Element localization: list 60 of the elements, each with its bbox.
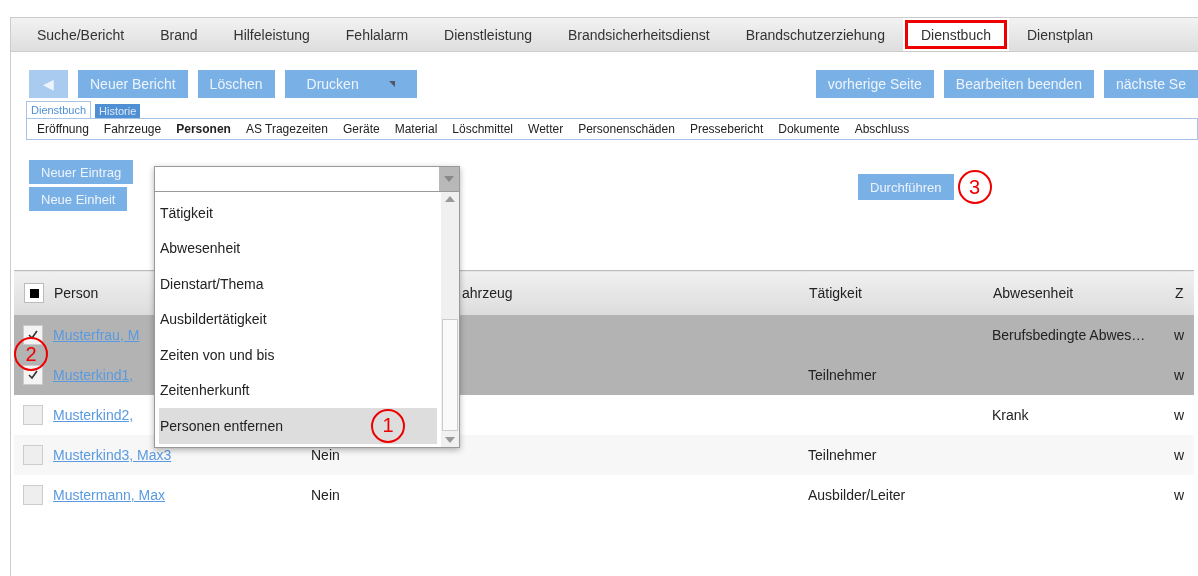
- dropdown-option[interactable]: Personen entfernen 1: [159, 408, 437, 444]
- section-link[interactable]: Eröffnung: [37, 122, 89, 136]
- table-cell: Nein: [311, 487, 340, 503]
- section-link[interactable]: Fahrzeuge: [103, 122, 162, 136]
- chevron-down-icon: [444, 176, 454, 182]
- column-header: Abwesenheit: [991, 270, 1173, 315]
- column-header: Tätigkeit: [807, 270, 991, 315]
- section-link[interactable]: AS Tragezeiten: [245, 122, 328, 136]
- action-dropdown[interactable]: Tätigkeit Abwesenheit Dienstart/Thema Ausbildertätigkeit Zeiten von und bis Zeitenherkunft Personen entfernen 1: [154, 166, 460, 448]
- main-tab[interactable]: Dienstplan: [1009, 18, 1112, 51]
- section-link[interactable]: Dokumente: [778, 122, 840, 136]
- table-cell: Berufsbedingte Abwes…: [992, 327, 1146, 343]
- section-link[interactable]: Geräte: [342, 122, 380, 136]
- table-cell: w: [1174, 487, 1185, 503]
- sub-tab[interactable]: Dienstbuch: [26, 101, 92, 118]
- main-tab[interactable]: Dienstleistung: [426, 18, 550, 51]
- row-checkbox[interactable]: [23, 325, 43, 345]
- section-link[interactable]: Pressebericht: [689, 122, 764, 136]
- section-link[interactable]: Abschluss: [854, 122, 910, 136]
- column-header: ahrzeug: [460, 270, 807, 315]
- scroll-up-icon: [445, 196, 455, 202]
- dropdown-option[interactable]: Zeitenherkunft: [159, 372, 437, 408]
- section-link[interactable]: Material: [394, 122, 438, 136]
- select-all-checkbox[interactable]: [24, 283, 44, 303]
- caret-icon: [388, 81, 395, 87]
- section-link[interactable]: Löschmittel: [452, 122, 514, 136]
- dropdown-option[interactable]: Abwesenheit: [159, 230, 437, 266]
- main-tab[interactable]: Suche/Bericht: [19, 18, 143, 51]
- step-marker: 3: [957, 170, 992, 204]
- table-cell: Nein: [311, 447, 340, 463]
- main-tab[interactable]: Brandschutzerziehung: [727, 18, 903, 51]
- dropdown-option[interactable]: Zeiten von und bis: [159, 337, 437, 373]
- table-cell: w: [1174, 367, 1185, 383]
- column-header: Z: [1173, 270, 1194, 315]
- row-checkbox[interactable]: [23, 365, 43, 385]
- checkmark-icon: [28, 330, 38, 340]
- table-cell: Teilnehmer: [808, 367, 877, 383]
- row-checkbox[interactable]: [23, 445, 43, 465]
- table-cell: w: [1174, 447, 1185, 463]
- dropdown-option[interactable]: Tätigkeit: [159, 195, 437, 231]
- section-link[interactable]: Personen: [176, 122, 231, 136]
- row-checkbox[interactable]: [23, 485, 43, 505]
- checkmark-icon: [28, 370, 38, 380]
- row-checkbox[interactable]: [23, 405, 43, 425]
- table-cell: w: [1174, 407, 1185, 423]
- main-tab[interactable]: Dienstbuch: [902, 18, 1009, 51]
- section-link[interactable]: Wetter: [528, 122, 564, 136]
- scroll-down-icon: [445, 436, 455, 443]
- table-cell: Krank: [992, 407, 1029, 423]
- section-link[interactable]: Personenschäden: [578, 122, 675, 136]
- main-tab[interactable]: Brandsicherheitsdienst: [550, 18, 728, 51]
- scrollbar[interactable]: [441, 192, 459, 447]
- step-marker: 1: [371, 408, 405, 443]
- main-tab[interactable]: Brand: [142, 18, 216, 51]
- main-tab[interactable]: Fehlalarm: [327, 18, 427, 51]
- main-tab[interactable]: Hilfeleistung: [215, 18, 328, 51]
- dropdown-button[interactable]: [439, 167, 459, 191]
- table-cell: Ausbilder/Leiter: [808, 487, 906, 503]
- table-cell: Teilnehmer: [808, 447, 877, 463]
- table-cell: w: [1174, 327, 1185, 343]
